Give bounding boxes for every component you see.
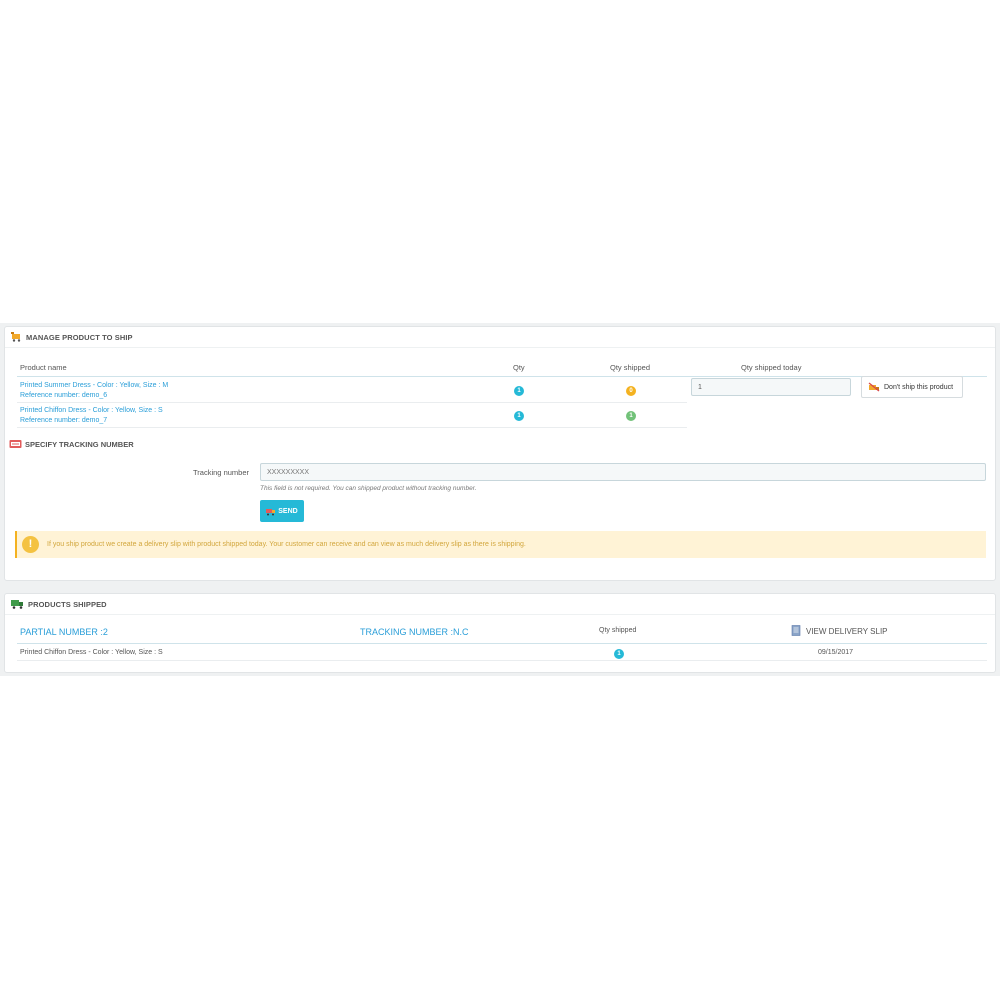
screenshot-stage: MANAGE PRODUCT TO SHIP Product name Qty …: [0, 323, 1000, 676]
shipped-panel-header: PRODUCTS SHIPPED: [5, 594, 995, 615]
shipped-panel-title: PRODUCTS SHIPPED: [28, 599, 107, 609]
tracking-help-text: This field is not required. You can ship…: [260, 485, 477, 492]
shipped-product-name: Printed Chiffon Dress - Color : Yellow, …: [20, 649, 163, 656]
shipped-date: 09/15/2017: [818, 649, 854, 656]
product-link[interactable]: Printed Summer Dress - Color : Yellow, S…: [20, 381, 168, 391]
product-reference: Reference number: demo_7: [20, 417, 108, 424]
tracking-number-label: Tracking number: [193, 468, 249, 477]
partial-number: PARTIAL NUMBER :2: [20, 627, 108, 637]
tracking-icon: [9, 439, 22, 449]
tracking-section-header: SPECIFY TRACKING NUMBER: [9, 439, 134, 449]
shipped-qty-badge: 1: [614, 649, 624, 659]
shipped-row-divider: [17, 660, 987, 661]
header-divider: [17, 376, 987, 377]
products-shipped-panel: PRODUCTS SHIPPED PARTIAL NUMBER :2 TRACK…: [4, 593, 996, 673]
shipped-qty-header: Qty shipped: [599, 627, 637, 634]
manage-product-panel: MANAGE PRODUCT TO SHIP Product name Qty …: [4, 326, 996, 581]
product-reference: Reference number: demo_6: [20, 392, 108, 399]
info-alert: ! If you ship product we create a delive…: [15, 531, 986, 558]
dont-ship-button[interactable]: Don't ship this product: [861, 376, 963, 398]
qty-shipped-badge: 1: [626, 411, 636, 421]
dont-ship-label: Don't ship this product: [884, 383, 954, 391]
cart-icon: [11, 332, 22, 342]
col-qty-shipped: Qty shipped: [610, 363, 651, 372]
tracking-section-title: SPECIFY TRACKING NUMBER: [25, 439, 134, 449]
shipped-header-divider: [17, 643, 987, 644]
row-divider: [17, 427, 687, 428]
info-alert-text: If you ship product we create a delivery…: [47, 541, 526, 548]
row-divider: [17, 402, 687, 403]
document-icon: [791, 625, 802, 637]
qty-shipped-badge: 0: [626, 386, 636, 396]
col-product-name: Product name: [20, 363, 67, 372]
warning-icon: !: [22, 536, 39, 553]
col-qty-shipped-today: Qty shipped today: [741, 363, 802, 372]
qty-shipped-today-input[interactable]: [691, 378, 851, 396]
tracking-number-display: TRACKING NUMBER :N.C: [360, 627, 469, 637]
view-delivery-slip-label: VIEW DELIVERY SLIP: [806, 626, 888, 636]
truck-icon: [11, 599, 24, 609]
manage-panel-header: MANAGE PRODUCT TO SHIP: [5, 327, 995, 348]
qty-badge: 1: [514, 386, 524, 396]
send-label: SEND: [278, 507, 298, 515]
no-ship-icon: [868, 382, 880, 392]
view-delivery-slip-link[interactable]: VIEW DELIVERY SLIP: [791, 625, 888, 637]
col-qty: Qty: [513, 363, 525, 372]
send-icon: [266, 507, 276, 516]
product-link[interactable]: Printed Chiffon Dress - Color : Yellow, …: [20, 406, 163, 416]
tracking-number-input[interactable]: [260, 463, 986, 481]
send-button[interactable]: SEND: [260, 500, 304, 522]
manage-panel-title: MANAGE PRODUCT TO SHIP: [26, 332, 133, 342]
qty-badge: 1: [514, 411, 524, 421]
